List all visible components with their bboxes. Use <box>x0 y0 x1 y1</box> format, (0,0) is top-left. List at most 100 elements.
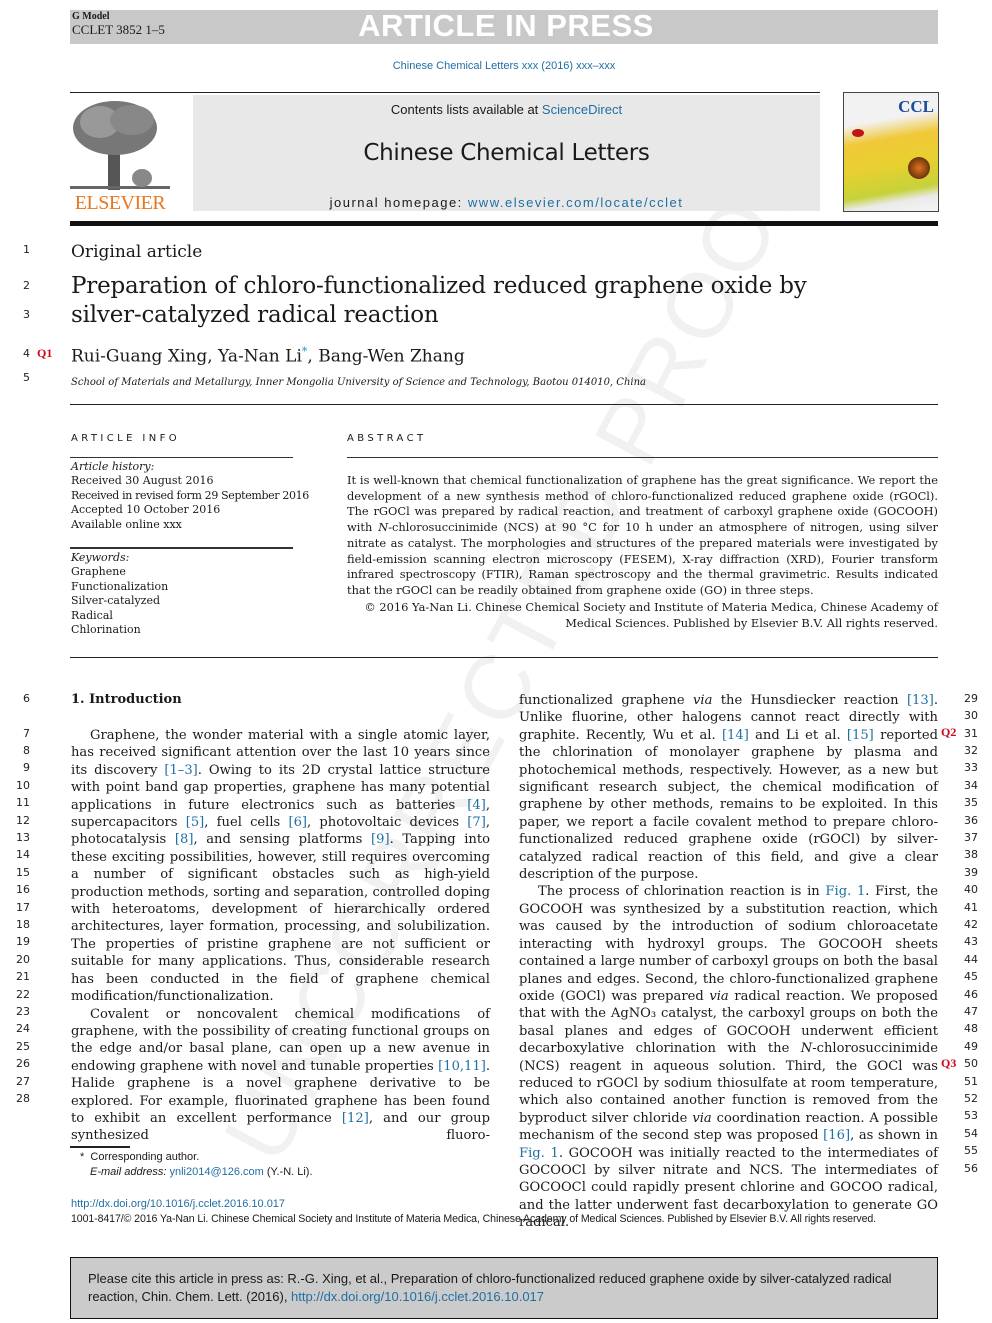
line-number: 23 <box>16 1005 30 1018</box>
divider <box>70 657 938 658</box>
line-number: 1 <box>23 243 30 256</box>
keyword: Silver-catalyzed <box>71 594 161 608</box>
reference-link[interactable]: [8] <box>175 832 194 847</box>
line-number: 12 <box>16 814 30 827</box>
reference-link[interactable]: [7] <box>467 815 486 830</box>
query-mark[interactable]: Q1 <box>37 346 52 361</box>
cover-graphic <box>852 129 864 137</box>
line-number: 34 <box>964 779 978 792</box>
query-mark[interactable]: Q2 <box>941 725 956 740</box>
journal-title: Chinese Chemical Letters <box>363 140 650 166</box>
reference-link[interactable]: [1–3] <box>164 763 197 778</box>
body-column-left: Graphene, the wonder material with a sin… <box>71 727 490 1145</box>
line-number: 17 <box>16 901 30 914</box>
reference-link[interactable]: [10,11] <box>438 1059 486 1074</box>
reference-link[interactable]: [15] <box>847 728 874 743</box>
tree-icon <box>70 101 170 190</box>
reference-link[interactable]: [9] <box>371 832 390 847</box>
paragraph: Covalent or noncovalent chemical modific… <box>71 1006 490 1145</box>
masthead-bottom-rule <box>70 221 938 226</box>
affiliation: School of Materials and Metallurgy, Inne… <box>71 377 646 388</box>
line-number: 4 <box>23 347 30 360</box>
line-number: 14 <box>16 848 30 861</box>
reference-link[interactable]: Fig. 1 <box>825 884 865 899</box>
citation-doi-link[interactable]: http://dx.doi.org/10.1016/j.cclet.2016.1… <box>291 1289 544 1304</box>
line-number: 16 <box>16 883 30 896</box>
history-item: Accepted 10 October 2016 <box>71 503 221 517</box>
italic-text: N <box>800 1041 813 1057</box>
italic-text: via <box>709 988 729 1004</box>
line-number: 11 <box>16 796 30 809</box>
email-link[interactable]: ynli2014@126.com <box>169 1166 263 1178</box>
journal-homepage: journal homepage: www.elsevier.com/locat… <box>193 195 820 210</box>
line-number: 50 <box>964 1057 978 1070</box>
title-line: silver-catalyzed radical reaction <box>71 302 439 328</box>
homepage-link[interactable]: www.elsevier.com/locate/cclet <box>468 195 683 210</box>
line-number: 54 <box>964 1127 978 1140</box>
line-number: 24 <box>16 1022 30 1035</box>
line-number: 27 <box>16 1075 30 1088</box>
abstract-text: It is well-known that chemical functiona… <box>347 473 938 599</box>
line-number: 51 <box>964 1075 978 1088</box>
line-number: 32 <box>964 744 978 757</box>
history-item: Received in revised form 29 September 20… <box>71 488 309 502</box>
sciencedirect-link[interactable]: ScienceDirect <box>542 102 622 117</box>
line-number: 37 <box>964 831 978 844</box>
line-number: 20 <box>16 953 30 966</box>
email-label: E-mail address: <box>90 1166 167 1178</box>
article-info-heading: ARTICLE INFO <box>71 433 181 444</box>
doi-link[interactable]: http://dx.doi.org/10.1016/j.cclet.2016.1… <box>71 1198 285 1210</box>
line-number: 48 <box>964 1022 978 1035</box>
issn-copyright: 1001-8417/© 2016 Ya-Nan Li. Chinese Chem… <box>71 1213 876 1225</box>
text-run: . Tapping into these exciting possibilit… <box>71 832 490 1005</box>
journal-cover-thumbnail[interactable]: CCL <box>843 92 939 212</box>
line-number: 35 <box>964 796 978 809</box>
reference-link[interactable]: [13] <box>907 693 934 708</box>
line-number: 45 <box>964 970 978 983</box>
keyword: Graphene <box>71 565 126 579</box>
text-run: , photovoltaic devices <box>307 815 468 831</box>
reference-link[interactable]: [6] <box>288 815 307 830</box>
reference-link[interactable]: [12] <box>342 1111 369 1126</box>
reference-link[interactable]: [4] <box>467 798 486 813</box>
line-number: 6 <box>23 692 30 705</box>
reference-link[interactable]: [16] <box>823 1128 850 1143</box>
abstract-part: N <box>378 520 389 535</box>
line-number: 36 <box>964 814 978 827</box>
footnote: * Corresponding author. E-mail address: … <box>80 1150 313 1180</box>
line-number: 55 <box>964 1144 978 1157</box>
keyword: Chlorination <box>71 623 141 637</box>
divider <box>70 404 938 405</box>
article-history: Article history: Received 30 August 2016… <box>71 460 309 532</box>
section-heading-introduction: 1. Introduction <box>71 692 182 707</box>
line-number: 56 <box>964 1162 978 1175</box>
reference-link[interactable]: Fig. 1 <box>519 1146 559 1161</box>
line-number: 10 <box>16 779 30 792</box>
line-number: 13 <box>16 831 30 844</box>
text-run: reported the chlorination of monolayer g… <box>519 727 939 883</box>
line-number: 53 <box>964 1109 978 1122</box>
reference-link[interactable]: [5] <box>186 815 205 830</box>
text-run: , and sensing platforms <box>193 832 372 848</box>
abstract-heading: ABSTRACT <box>347 433 427 444</box>
journal-reference[interactable]: Chinese Chemical Letters xxx (2016) xxx–… <box>0 60 992 72</box>
text-run: . First, the GOCOOH was synthesized by a… <box>519 884 939 1004</box>
reference-link[interactable]: [14] <box>722 728 749 743</box>
history-item: Received 30 August 2016 <box>71 474 214 488</box>
contents-prefix: Contents lists available at <box>390 102 542 117</box>
line-number: 28 <box>16 1092 30 1105</box>
line-number: 44 <box>964 953 978 966</box>
text-run: and Li et al. <box>748 727 847 743</box>
history-label: Article history: <box>71 460 155 473</box>
query-mark[interactable]: Q3 <box>941 1056 956 1071</box>
title-line: Preparation of chloro-functionalized red… <box>71 273 807 299</box>
elsevier-wordmark[interactable]: ELSEVIER <box>70 192 170 215</box>
text-run: the Hunsdiecker reaction <box>712 693 907 708</box>
contents-line: Contents lists available at ScienceDirec… <box>193 102 820 117</box>
line-number: 15 <box>16 866 30 879</box>
line-number: 43 <box>964 935 978 948</box>
footnote-text: Corresponding author. <box>90 1151 200 1163</box>
line-number: 47 <box>964 1005 978 1018</box>
line-number: 40 <box>964 883 978 896</box>
email-suffix: (Y.-N. Li). <box>266 1166 313 1178</box>
